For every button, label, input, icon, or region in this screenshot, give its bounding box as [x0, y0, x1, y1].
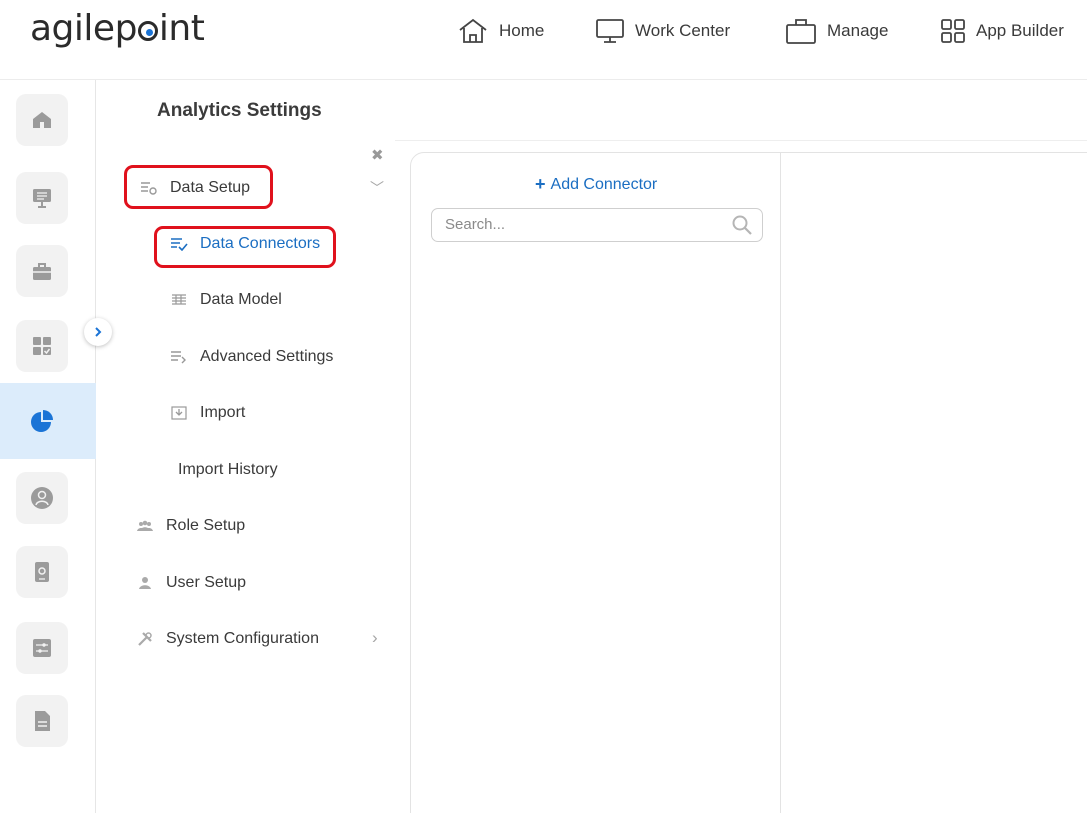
home-icon [33, 112, 51, 128]
monitor-icon [596, 19, 624, 43]
logo-dot-icon [137, 21, 158, 41]
document-icon [35, 711, 50, 731]
search-input[interactable] [445, 216, 715, 233]
menu-role-setup[interactable]: Role Setup [136, 511, 245, 541]
menu-data-setup-label: Data Setup [170, 179, 251, 196]
menu-advanced-settings-label: Advanced Settings [200, 348, 334, 365]
left-icon-rail [0, 80, 96, 813]
chevron-right-icon[interactable]: › [372, 628, 378, 648]
nav-app-builder-label: App Builder [976, 21, 1064, 40]
menu-import-label: Import [200, 404, 246, 421]
menu-system-configuration[interactable]: System Configuration [136, 624, 319, 654]
briefcase-icon [786, 19, 816, 44]
rail-user-button[interactable] [16, 472, 68, 524]
monitor-list-icon [33, 189, 51, 208]
analytics-settings-panel: Analytics Settings ✖ Data Setup ﹀ Data C… [120, 80, 410, 813]
chevron-down-icon[interactable]: ﹀ [370, 178, 384, 198]
menu-import-history[interactable]: Import History [178, 455, 278, 485]
import-icon [170, 406, 188, 420]
agilepoint-logo[interactable]: agilep int [30, 8, 205, 49]
menu-system-configuration-label: System Configuration [166, 630, 319, 647]
top-header: agilep int Home Work Center Manage App Bu… [0, 0, 1087, 80]
dashboard-check-icon [33, 337, 51, 355]
nav-work-center[interactable]: Work Center [595, 16, 730, 46]
rail-monitor-button[interactable] [16, 172, 68, 224]
nav-app-builder[interactable]: App Builder [940, 16, 1064, 46]
rail-dashboard-button[interactable] [16, 320, 68, 372]
search-icon[interactable] [731, 214, 753, 236]
menu-role-setup-label: Role Setup [166, 517, 246, 534]
menu-data-model-label: Data Model [200, 291, 282, 308]
data-model-grid-icon [170, 294, 188, 306]
menu-data-connectors-label: Data Connectors [200, 235, 321, 252]
nav-home[interactable]: Home [457, 16, 544, 46]
menu-import[interactable]: Import [170, 398, 245, 428]
plus-icon: + [535, 174, 546, 194]
pie-chart-icon [31, 410, 53, 432]
rail-toolbox-button[interactable] [16, 245, 68, 297]
search-box [431, 208, 763, 242]
menu-import-history-label: Import History [178, 461, 278, 478]
close-icon[interactable]: ✖ [371, 146, 384, 164]
advanced-settings-icon [170, 350, 188, 364]
rail-sliders-button[interactable] [16, 622, 68, 674]
rail-mobile-settings-button[interactable] [16, 546, 68, 598]
connectors-content-card: + Add Connector [410, 152, 1087, 813]
nav-manage[interactable]: Manage [785, 16, 888, 46]
rail-document-button[interactable] [16, 695, 68, 747]
user-circle-icon [31, 487, 53, 509]
menu-data-model[interactable]: Data Model [170, 285, 282, 315]
rail-home-button[interactable] [16, 94, 68, 146]
nav-home-label: Home [499, 21, 545, 40]
sliders-icon [33, 639, 51, 657]
menu-advanced-settings[interactable]: Advanced Settings [170, 342, 333, 372]
users-group-icon [136, 520, 154, 532]
rail-analytics-button[interactable] [16, 395, 68, 447]
nav-work-center-label: Work Center [635, 21, 731, 40]
chevron-right-icon [95, 327, 102, 337]
menu-data-connectors[interactable]: Data Connectors [170, 229, 320, 259]
nav-manage-label: Manage [827, 21, 889, 40]
menu-data-setup[interactable]: Data Setup [140, 173, 250, 203]
toolbox-icon [33, 263, 51, 280]
tools-icon [136, 631, 154, 647]
logo-text-prefix: agilep [30, 8, 137, 49]
mobile-settings-icon [35, 562, 49, 582]
menu-user-setup[interactable]: User Setup [136, 568, 246, 598]
home-icon [459, 18, 487, 43]
logo-text-suffix: int [158, 8, 205, 49]
add-connector-button[interactable]: + Add Connector [535, 174, 657, 195]
settings-title: Analytics Settings [157, 100, 322, 121]
user-icon [136, 576, 154, 590]
connectors-list-pane: + Add Connector [411, 153, 781, 813]
header-divider [395, 140, 1087, 141]
data-connectors-icon [170, 237, 188, 251]
menu-user-setup-label: User Setup [166, 574, 247, 591]
data-setup-icon [140, 181, 158, 195]
add-connector-label: Add Connector [550, 175, 658, 193]
grid-icon [941, 19, 965, 43]
rail-expand-button[interactable] [84, 318, 112, 346]
